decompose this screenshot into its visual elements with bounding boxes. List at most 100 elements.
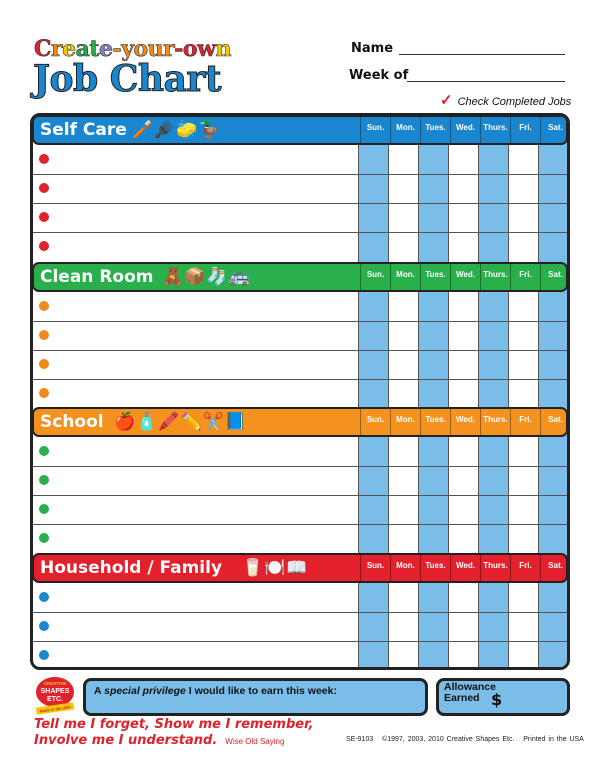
check-cell-fri[interactable] (509, 233, 538, 261)
check-cell-sat[interactable] (539, 525, 567, 553)
check-cell-sun[interactable] (359, 380, 388, 408)
check-cell-sun[interactable] (359, 351, 388, 379)
check-cell-tues[interactable] (419, 204, 448, 232)
check-cell-thurs[interactable] (479, 351, 508, 379)
check-cell-sat[interactable] (539, 584, 567, 612)
check-cell-fri[interactable] (509, 438, 538, 466)
check-cell-mon[interactable] (389, 438, 418, 466)
check-cell-tues[interactable] (419, 438, 448, 466)
name-input-line[interactable] (399, 54, 565, 55)
check-cell-tues[interactable] (419, 642, 448, 667)
check-cell-mon[interactable] (389, 351, 418, 379)
check-cell-mon[interactable] (389, 642, 418, 667)
check-cell-mon[interactable] (389, 496, 418, 524)
check-cell-mon[interactable] (389, 467, 418, 495)
check-cell-wed[interactable] (449, 233, 478, 261)
check-cell-fri[interactable] (509, 146, 538, 174)
check-cell-tues[interactable] (419, 380, 448, 408)
check-cell-tues[interactable] (419, 584, 448, 612)
check-cell-mon[interactable] (389, 322, 418, 350)
check-cell-sun[interactable] (359, 525, 388, 553)
check-cell-sat[interactable] (539, 293, 567, 321)
check-cell-sat[interactable] (539, 438, 567, 466)
check-cell-wed[interactable] (449, 204, 478, 232)
check-cell-thurs[interactable] (479, 496, 508, 524)
check-cell-wed[interactable] (449, 613, 478, 641)
job-entry-row[interactable] (53, 525, 353, 552)
check-cell-thurs[interactable] (479, 293, 508, 321)
job-entry-row[interactable] (53, 496, 353, 523)
check-cell-wed[interactable] (449, 146, 478, 174)
check-cell-wed[interactable] (449, 525, 478, 553)
job-entry-row[interactable] (53, 204, 353, 231)
check-cell-tues[interactable] (419, 293, 448, 321)
check-cell-sun[interactable] (359, 146, 388, 174)
check-cell-thurs[interactable] (479, 467, 508, 495)
check-cell-thurs[interactable] (479, 613, 508, 641)
check-cell-wed[interactable] (449, 438, 478, 466)
check-cell-sun[interactable] (359, 613, 388, 641)
check-cell-mon[interactable] (389, 175, 418, 203)
check-cell-thurs[interactable] (479, 380, 508, 408)
job-entry-row[interactable] (53, 642, 353, 667)
check-cell-wed[interactable] (449, 496, 478, 524)
check-cell-tues[interactable] (419, 175, 448, 203)
check-cell-thurs[interactable] (479, 175, 508, 203)
check-cell-sat[interactable] (539, 233, 567, 261)
check-cell-mon[interactable] (389, 380, 418, 408)
check-cell-sat[interactable] (539, 322, 567, 350)
check-cell-fri[interactable] (509, 496, 538, 524)
check-cell-mon[interactable] (389, 613, 418, 641)
job-entry-row[interactable] (53, 438, 353, 465)
check-cell-sun[interactable] (359, 467, 388, 495)
check-cell-tues[interactable] (419, 233, 448, 261)
check-cell-fri[interactable] (509, 584, 538, 612)
job-entry-row[interactable] (53, 293, 353, 320)
check-cell-fri[interactable] (509, 642, 538, 667)
check-cell-sun[interactable] (359, 293, 388, 321)
job-entry-row[interactable] (53, 613, 353, 640)
job-entry-row[interactable] (53, 380, 353, 407)
check-cell-fri[interactable] (509, 175, 538, 203)
check-cell-mon[interactable] (389, 584, 418, 612)
check-cell-sat[interactable] (539, 613, 567, 641)
check-cell-sat[interactable] (539, 642, 567, 667)
special-privilege-box[interactable]: A special privilege I would like to earn… (83, 678, 428, 716)
check-cell-sun[interactable] (359, 233, 388, 261)
check-cell-thurs[interactable] (479, 204, 508, 232)
check-cell-mon[interactable] (389, 525, 418, 553)
check-cell-wed[interactable] (449, 642, 478, 667)
job-entry-row[interactable] (53, 233, 353, 260)
check-cell-fri[interactable] (509, 525, 538, 553)
check-cell-tues[interactable] (419, 322, 448, 350)
check-cell-sun[interactable] (359, 322, 388, 350)
job-entry-row[interactable] (53, 351, 353, 378)
allowance-earned-box[interactable]: Allowance Earned $ (436, 678, 570, 716)
check-cell-thurs[interactable] (479, 642, 508, 667)
check-cell-thurs[interactable] (479, 525, 508, 553)
check-cell-thurs[interactable] (479, 584, 508, 612)
check-cell-wed[interactable] (449, 351, 478, 379)
week-input-line[interactable] (407, 81, 565, 82)
check-cell-fri[interactable] (509, 613, 538, 641)
name-field[interactable]: Name (351, 41, 565, 56)
check-cell-sat[interactable] (539, 380, 567, 408)
check-cell-fri[interactable] (509, 467, 538, 495)
job-entry-row[interactable] (53, 146, 353, 173)
check-cell-sun[interactable] (359, 204, 388, 232)
check-cell-wed[interactable] (449, 467, 478, 495)
check-cell-tues[interactable] (419, 351, 448, 379)
check-cell-wed[interactable] (449, 380, 478, 408)
check-cell-sun[interactable] (359, 496, 388, 524)
check-cell-sat[interactable] (539, 146, 567, 174)
check-cell-wed[interactable] (449, 322, 478, 350)
check-cell-fri[interactable] (509, 204, 538, 232)
check-cell-mon[interactable] (389, 293, 418, 321)
check-cell-fri[interactable] (509, 380, 538, 408)
check-cell-thurs[interactable] (479, 233, 508, 261)
job-entry-row[interactable] (53, 584, 353, 611)
check-cell-fri[interactable] (509, 351, 538, 379)
check-cell-tues[interactable] (419, 525, 448, 553)
check-cell-sun[interactable] (359, 438, 388, 466)
check-cell-sun[interactable] (359, 584, 388, 612)
